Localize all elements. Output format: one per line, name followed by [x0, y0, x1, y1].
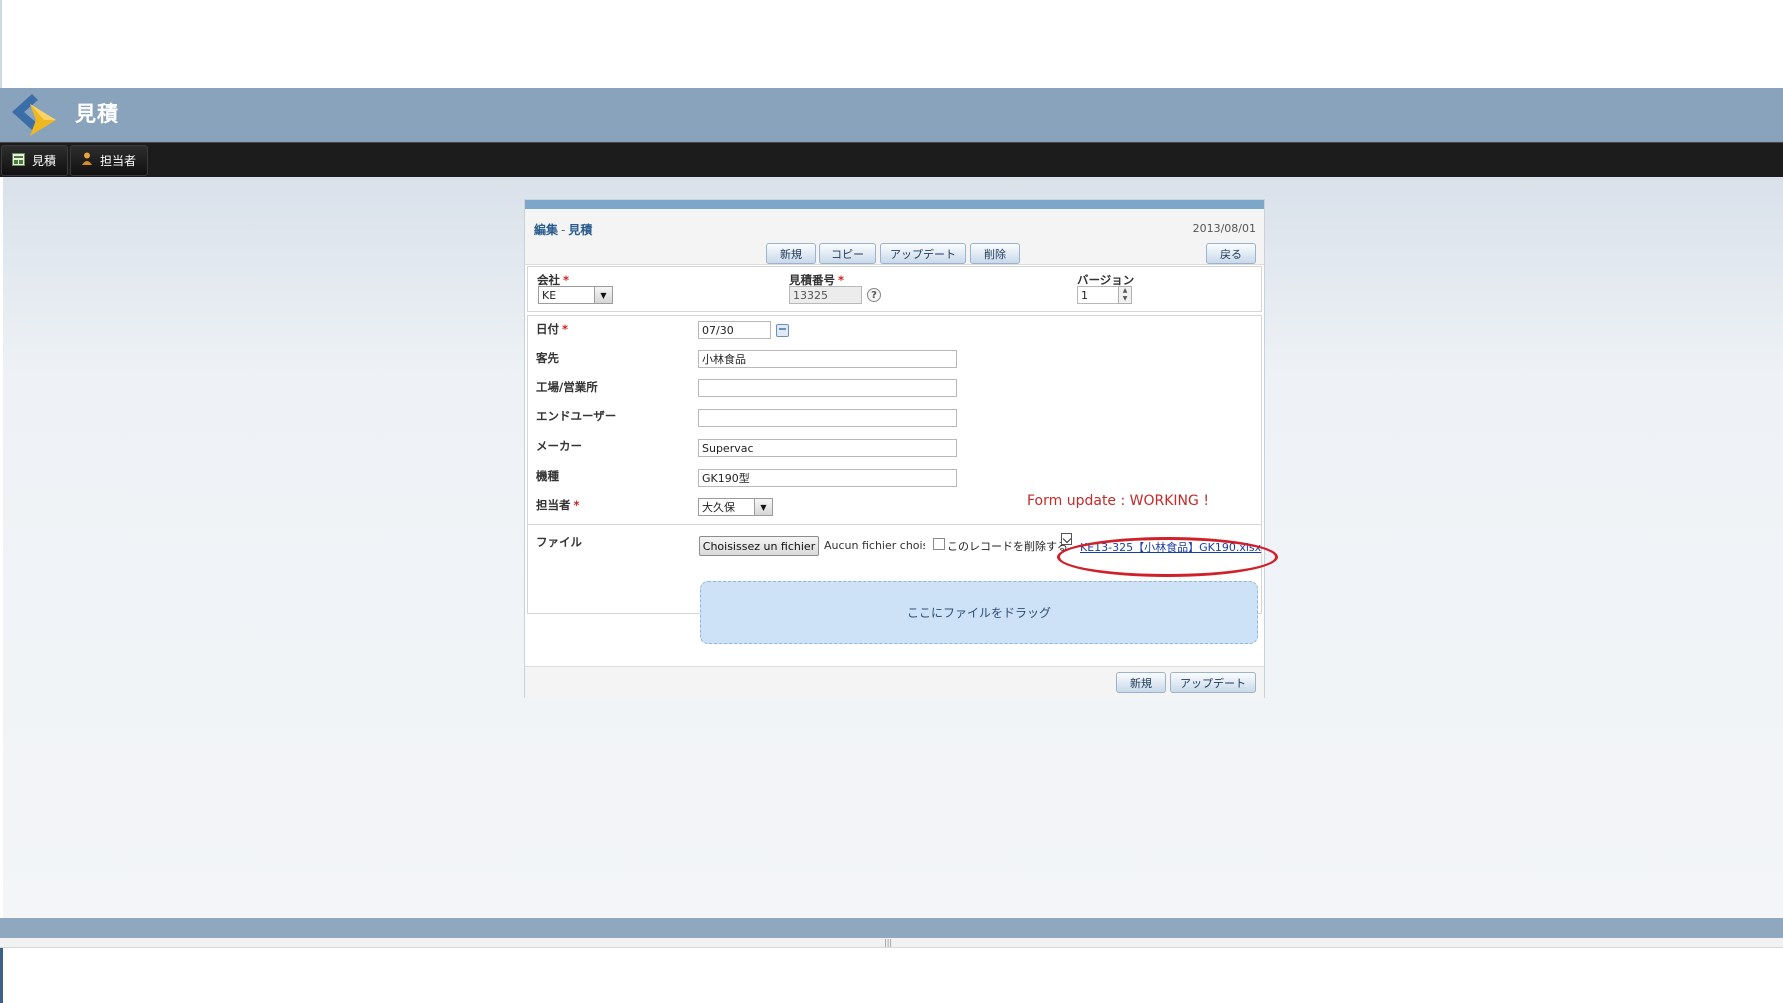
attachment-icon: [1061, 533, 1072, 545]
nav-item-estimate[interactable]: 見積: [1, 145, 68, 176]
panel-date: 2013/08/01: [1192, 222, 1256, 235]
stepper-up-icon: ▲: [1122, 287, 1128, 294]
maker-label: メーカー: [536, 439, 582, 453]
calendar-icon[interactable]: [776, 324, 789, 337]
staff-select[interactable]: 大久保 ▼: [698, 498, 773, 516]
app-header: 見積: [0, 88, 1783, 142]
end-user-field[interactable]: [698, 409, 957, 427]
highlight-ring: [1057, 537, 1278, 577]
browser-bottom-area: [0, 948, 1783, 1003]
delete-button[interactable]: 削除: [970, 243, 1020, 264]
horizontal-scrollbar[interactable]: |||: [0, 938, 1783, 948]
chevron-down-icon: ▼: [594, 287, 612, 303]
delete-record-label: このレコードを削除する: [947, 540, 1068, 553]
estimate-no-field[interactable]: 13325: [789, 286, 862, 304]
page: 見積 見積 担当者 編集 - 見積 2013/08/01 新規 コピー アップデート…: [0, 0, 1783, 1003]
new-button[interactable]: 新規: [766, 243, 816, 264]
footer-update-button[interactable]: アップデート: [1170, 672, 1256, 693]
update-button[interactable]: アップデート: [880, 243, 966, 264]
customer-field[interactable]: 小林食品: [698, 350, 957, 368]
breadcrumb-section: 編集: [534, 223, 559, 237]
staff-select-value: 大久保: [702, 501, 735, 514]
breadcrumb-page: 見積: [568, 223, 593, 237]
required-mark: *: [563, 273, 570, 287]
required-mark: *: [838, 273, 845, 287]
no-file-chosen-text: Aucun fichier choisi: [824, 539, 925, 552]
form-divider: [528, 524, 1261, 525]
file-label: ファイル: [536, 535, 582, 549]
app-logo-icon: [12, 94, 56, 136]
delete-record-checkbox[interactable]: [933, 538, 945, 550]
dropzone-text: ここにファイルをドラッグ: [906, 606, 1051, 620]
required-mark: *: [562, 322, 569, 336]
choose-file-button[interactable]: Choisissez un fichier: [699, 536, 819, 556]
staff-label: 担当者 *: [536, 498, 580, 512]
browser-top-area: [0, 0, 1783, 88]
person-icon: [81, 152, 93, 169]
factory-label: 工場/営業所: [536, 380, 598, 394]
back-button[interactable]: 戻る: [1206, 243, 1256, 264]
customer-label: 客先: [536, 351, 559, 365]
status-note: Form update : WORKING !: [1027, 493, 1209, 509]
company-select-value: KE: [542, 289, 557, 302]
nav-item-staff-label: 担当者: [100, 154, 137, 168]
chevron-down-icon: ▼: [754, 499, 772, 515]
factory-field[interactable]: [698, 379, 957, 397]
date-field[interactable]: 07/30: [698, 321, 771, 339]
model-field[interactable]: GK190型: [698, 469, 957, 487]
date-label: 日付 *: [536, 322, 569, 336]
version-field[interactable]: 1: [1077, 286, 1119, 304]
panel-accent-bar: [525, 200, 1264, 209]
estimate-sheet-icon: [12, 152, 25, 169]
nav-item-estimate-label: 見積: [32, 154, 57, 168]
company-select[interactable]: KE ▼: [538, 286, 613, 304]
model-label: 機種: [536, 469, 559, 483]
main-navbar: 見積 担当者: [0, 142, 1783, 177]
help-icon[interactable]: ?: [867, 288, 881, 302]
estimate-edit-panel: 編集 - 見積 2013/08/01 新規 コピー アップデート 削除 戻る 会社 *…: [524, 199, 1265, 698]
footer-new-button[interactable]: 新規: [1116, 672, 1166, 693]
panel-header: 編集 - 見積 2013/08/01 新規 コピー アップデート 削除 戻る: [525, 209, 1264, 265]
app-title: 見積: [75, 102, 119, 126]
stepper-down-icon: ▼: [1122, 295, 1128, 302]
required-mark: *: [573, 498, 580, 512]
file-dropzone[interactable]: ここにファイルをドラッグ: [700, 581, 1258, 644]
nav-item-staff[interactable]: 担当者: [70, 145, 148, 176]
breadcrumb-separator: -: [561, 223, 566, 237]
copy-button[interactable]: コピー: [819, 243, 876, 264]
end-user-label: エンドユーザー: [536, 409, 617, 423]
scroll-grip-icon: |||: [884, 938, 893, 947]
version-stepper[interactable]: ▲ ▼: [1118, 286, 1132, 304]
maker-field[interactable]: Supervac: [698, 439, 957, 457]
header-fields-row: 会社 * KE ▼ 見積番号 * 13325 ? バージョン 1 ▲ ▼: [527, 266, 1262, 312]
breadcrumb: 編集 - 見積: [534, 221, 592, 238]
status-bar: [0, 918, 1783, 938]
panel-footer: 新規 アップデート: [525, 666, 1264, 698]
